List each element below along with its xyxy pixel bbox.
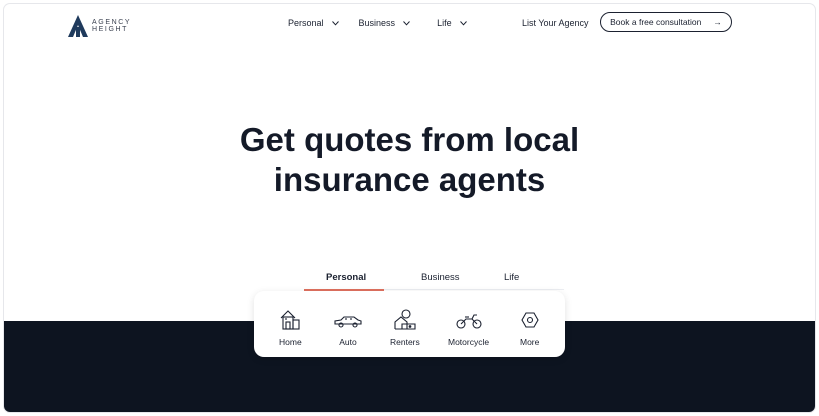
product-motorcycle[interactable]: Motorcycle (448, 309, 489, 347)
tab-life[interactable]: Life (504, 272, 519, 283)
nav-item-personal[interactable]: Personal (288, 18, 339, 28)
product-renters[interactable]: Renters (390, 309, 420, 347)
arrow-right-icon: → (713, 17, 722, 27)
hero-title: Get quotes from local insurance agents (4, 120, 815, 200)
logo-mark-icon (68, 15, 88, 37)
chevron-down-icon (459, 20, 467, 26)
nav-item-label: Business (358, 18, 396, 28)
logo-line-2: HEIGHT (92, 26, 129, 33)
motorcycle-icon (455, 314, 482, 329)
car-icon (334, 316, 362, 328)
product-label: More (520, 337, 540, 347)
nav-item-label: Life (437, 18, 452, 28)
product-selector-card: Home Auto Renters Motorcycle More (254, 291, 565, 357)
tab-business[interactable]: Business (421, 272, 460, 283)
product-label: Auto (339, 337, 357, 347)
home-icon (280, 310, 300, 330)
nav-item-label: Personal (288, 18, 324, 28)
product-label: Home (279, 337, 302, 347)
hero-title-line-1: Get quotes from local (239, 121, 580, 158)
renters-icon (394, 309, 416, 330)
product-label: Motorcycle (448, 337, 490, 347)
chevron-down-icon (403, 20, 410, 26)
nav-item-life[interactable]: Life (437, 18, 467, 28)
product-label: Renters (390, 337, 420, 347)
logo-line-1: AGENCY (92, 19, 132, 26)
main-nav: Personal Business Life (288, 18, 467, 28)
more-icon (521, 312, 539, 328)
tab-personal[interactable]: Personal (326, 272, 366, 283)
book-consultation-label: Book a free consultation (610, 17, 702, 27)
product-auto[interactable]: Auto (333, 309, 363, 347)
hero-title-line-2: insurance agents (273, 161, 546, 198)
product-home[interactable]: Home (279, 309, 302, 347)
nav-item-business[interactable]: Business (359, 18, 411, 28)
page: AGENCY HEIGHT Personal Business Life Lis… (4, 4, 815, 412)
book-consultation-button[interactable]: Book a free consultation → (600, 12, 732, 32)
logo[interactable]: AGENCY HEIGHT (68, 15, 131, 37)
chevron-down-icon (331, 20, 339, 26)
logo-text: AGENCY HEIGHT (92, 19, 131, 33)
list-agency-link[interactable]: List Your Agency (522, 18, 589, 28)
product-more[interactable]: More (520, 309, 539, 347)
